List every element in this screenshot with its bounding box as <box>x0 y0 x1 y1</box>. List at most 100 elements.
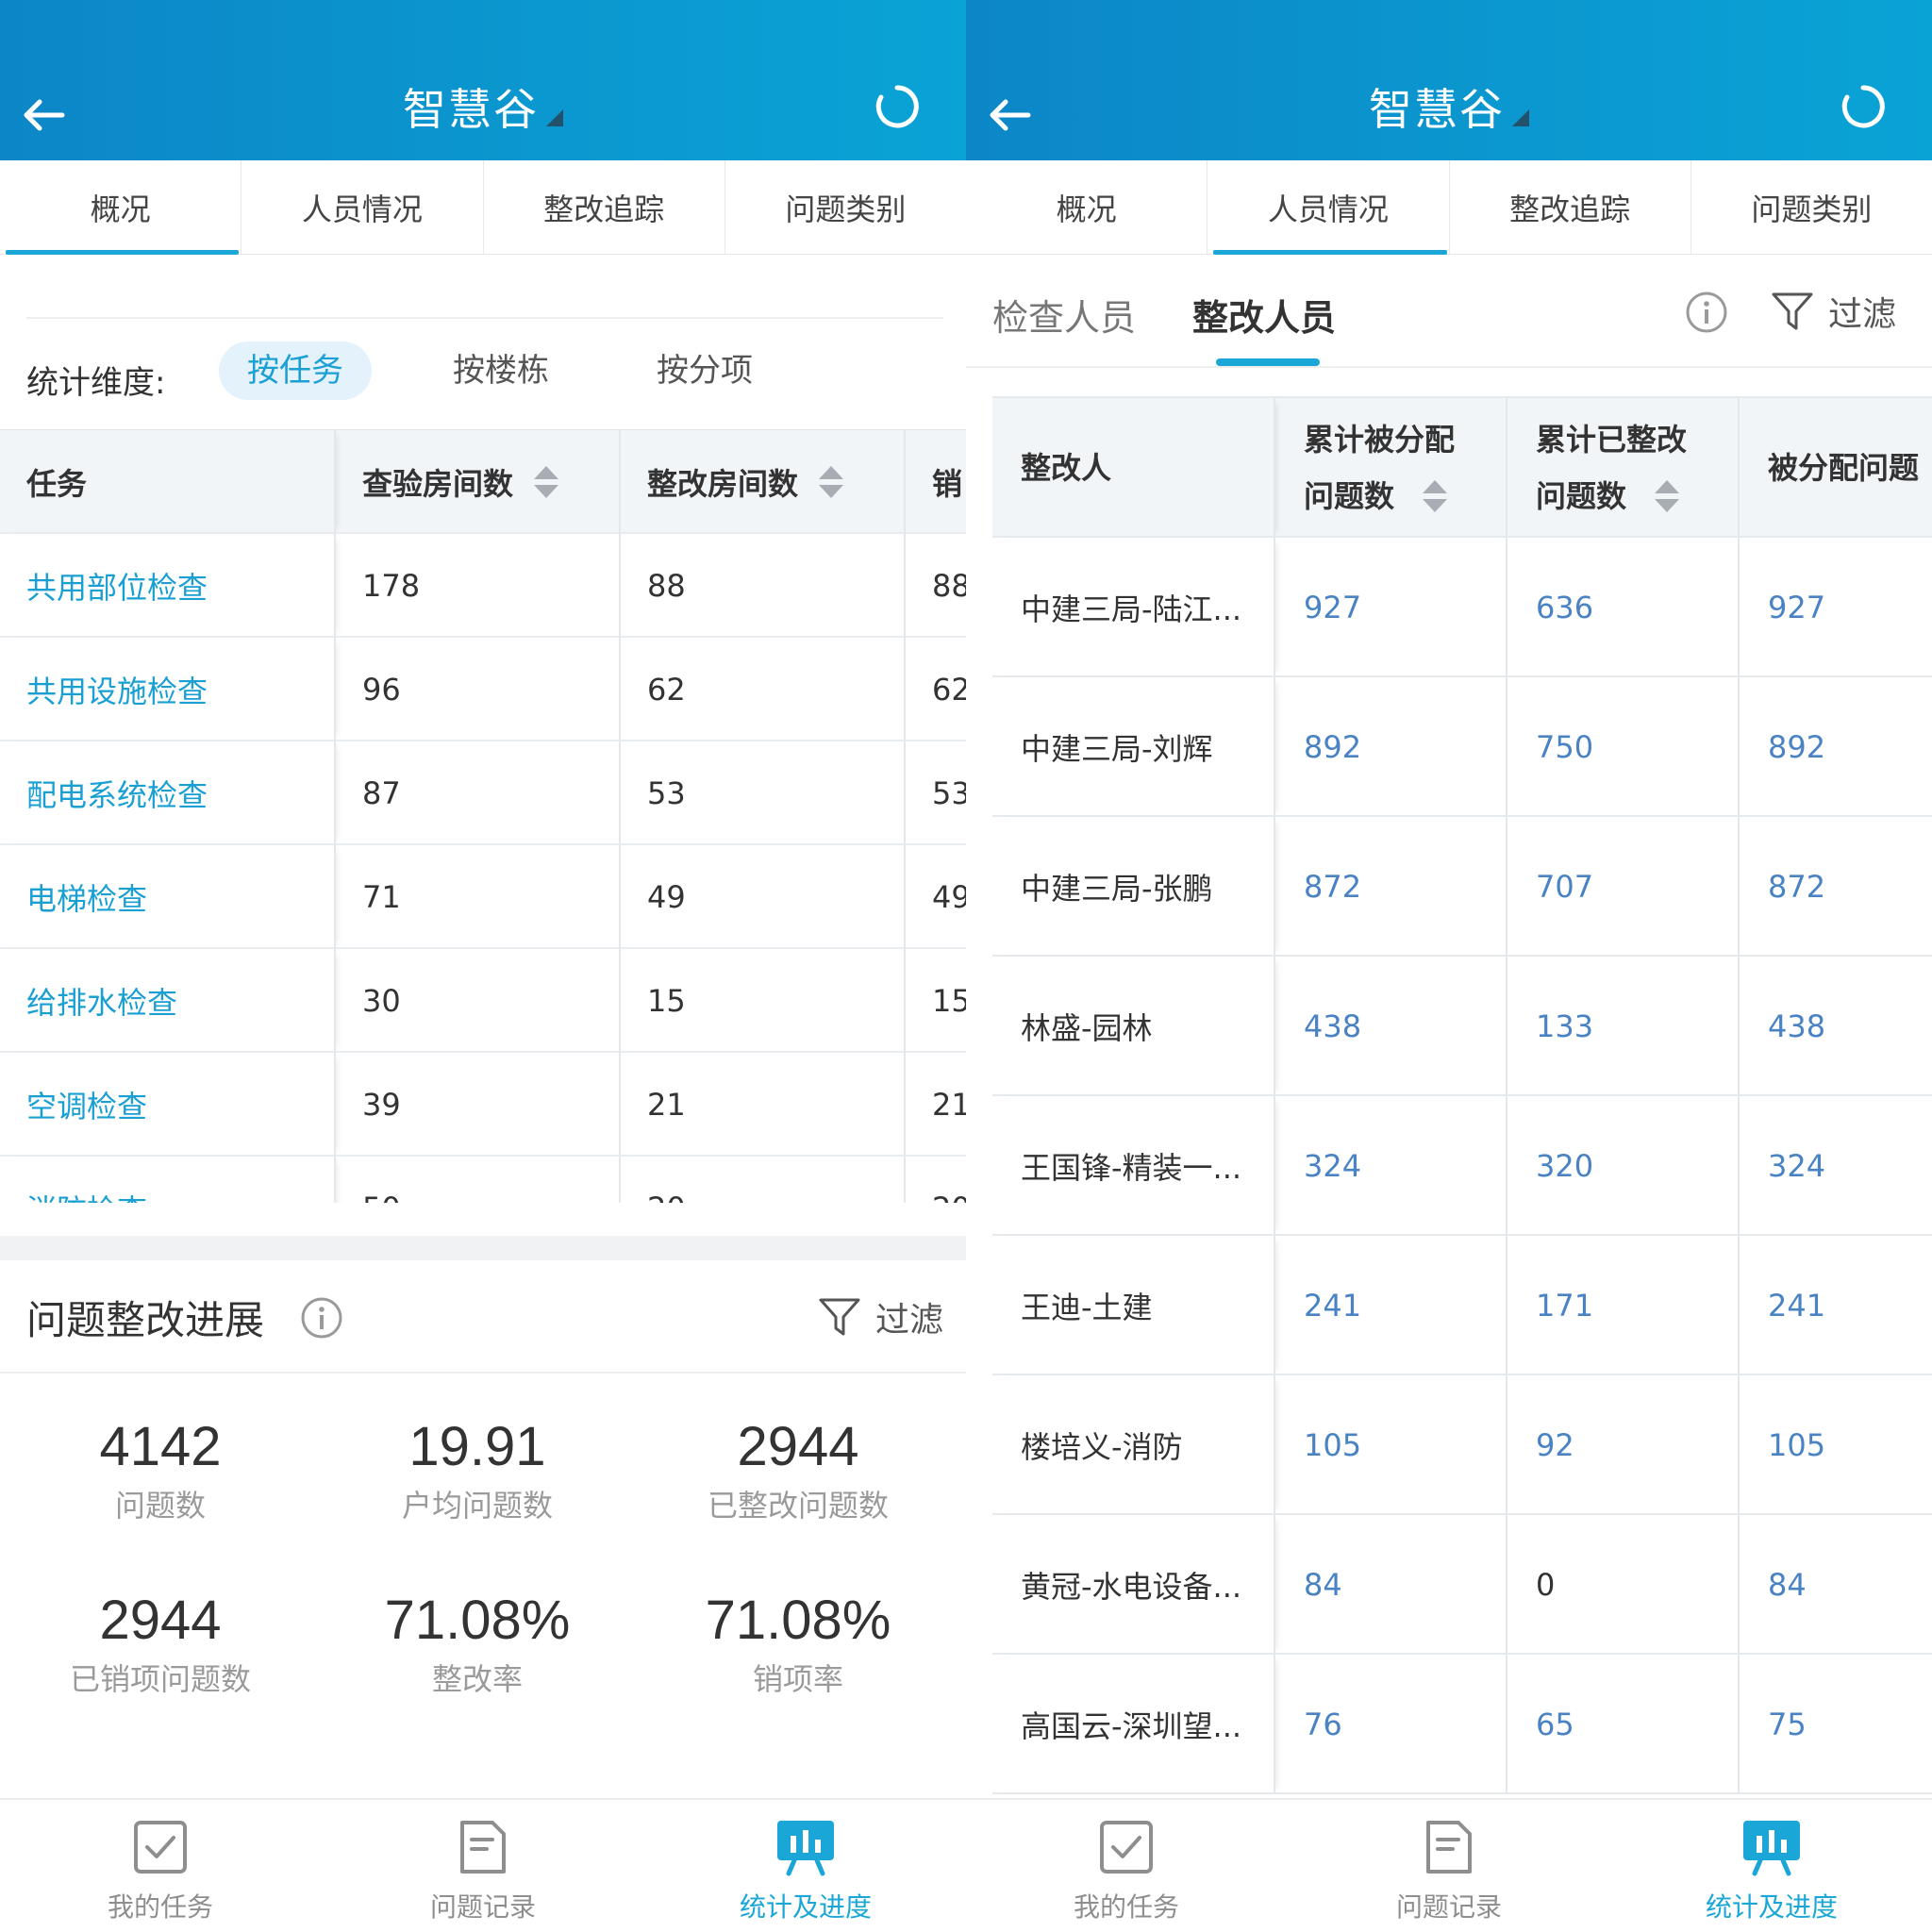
subtab-rectifiers[interactable]: 整改人员 <box>1192 289 1336 341</box>
cell-assigned-issues[interactable]: 324 <box>1740 1096 1932 1236</box>
cell-assigned-issues[interactable]: 872 <box>1740 817 1932 957</box>
tab-rectification-tracking[interactable]: 整改追踪 <box>1450 160 1691 255</box>
tab-overview[interactable]: 概况 <box>966 160 1208 255</box>
stat-value: 2944 <box>737 1416 859 1477</box>
stat-label: 整改率 <box>431 1661 523 1697</box>
tab-rectification-tracking[interactable]: 整改追踪 <box>484 160 725 255</box>
dimension-by-subitem[interactable]: 按分项 <box>628 341 781 400</box>
nav-my-tasks[interactable]: 我的任务 <box>1013 1817 1240 1924</box>
cell-rectified-total[interactable]: 707 <box>1507 817 1740 957</box>
header-line: 问题数 <box>1304 478 1395 514</box>
dimension-selector: 统计维度: 按任务 按楼栋 按分项 <box>0 341 966 408</box>
nav-my-tasks[interactable]: 我的任务 <box>47 1817 274 1924</box>
nav-stats-progress[interactable]: 统计及进度 <box>692 1817 919 1924</box>
cell-rectified-total[interactable]: 171 <box>1507 1236 1740 1375</box>
tab-issue-category[interactable]: 问题类别 <box>1691 160 1932 255</box>
tab-overview[interactable]: 概况 <box>0 160 242 255</box>
table-row[interactable]: 共用设施检查966262 <box>0 638 966 741</box>
project-title[interactable]: 智慧谷 <box>966 75 1932 138</box>
table-row[interactable]: 黄冠-水电设备... 84 0 84 <box>992 1515 1932 1655</box>
cell-task[interactable]: 共用部位检查 <box>0 534 336 638</box>
cell-assigned-issues[interactable]: 75 <box>1740 1655 1932 1794</box>
nav-issue-records[interactable]: 问题记录 <box>1336 1817 1562 1924</box>
table-row[interactable]: 共用部位检查1788888 <box>0 534 966 638</box>
dimension-by-task[interactable]: 按任务 <box>219 341 372 400</box>
header-inspected-rooms[interactable]: 查验房间数 <box>336 430 621 534</box>
header-task: 任务 <box>0 430 336 534</box>
project-title[interactable]: 智慧谷 <box>0 75 966 138</box>
cell-assigned-issues[interactable]: 241 <box>1740 1236 1932 1375</box>
header-assigned-issues: 被分配问题 <box>1768 450 1920 486</box>
table-row[interactable]: 给排水检查301515 <box>0 949 966 1053</box>
cell-task[interactable]: 电梯检查 <box>0 845 336 949</box>
nav-label: 我的任务 <box>107 1891 213 1923</box>
personnel-filter-button[interactable]: 过滤 <box>1770 287 1896 336</box>
cell-assigned-total[interactable]: 76 <box>1275 1655 1507 1794</box>
personnel-subtabs: 检查人员 整改人员 过滤 <box>966 255 1932 368</box>
cell-rectified-total[interactable]: 92 <box>1507 1375 1740 1515</box>
refresh-icon[interactable] <box>874 83 921 130</box>
table-row[interactable]: 消防检查502020 <box>0 1157 966 1203</box>
nav-stats-progress[interactable]: 统计及进度 <box>1658 1817 1885 1924</box>
cell-assigned-issues[interactable]: 892 <box>1740 677 1932 817</box>
sort-icon[interactable] <box>534 466 559 498</box>
table-row[interactable]: 电梯检查714949 <box>0 845 966 949</box>
cell-rectified-total[interactable]: 65 <box>1507 1655 1740 1794</box>
table-row[interactable]: 王国锋-精装一... 324 320 324 <box>992 1096 1932 1236</box>
cell-closed: 20 <box>906 1157 966 1203</box>
table-row[interactable]: 王迪-土建 241 171 241 <box>992 1236 1932 1375</box>
nav-issue-records[interactable]: 问题记录 <box>370 1817 596 1924</box>
tab-personnel[interactable]: 人员情况 <box>1208 160 1450 255</box>
cell-assigned-total[interactable]: 892 <box>1275 677 1507 817</box>
table-row[interactable]: 空调检查392121 <box>0 1053 966 1157</box>
cell-assigned-issues[interactable]: 438 <box>1740 957 1932 1096</box>
rectifier-table[interactable]: 整改人 累计被分配 问题数 累计已整改 问题数 被分配问题 中建三局-陆江...… <box>992 396 1932 1798</box>
sort-icon[interactable] <box>819 466 844 498</box>
cell-rectified-total[interactable]: 636 <box>1507 538 1740 677</box>
progress-filter-label: 过滤 <box>875 1301 944 1340</box>
table-row[interactable]: 配电系统检查875353 <box>0 741 966 845</box>
tab-issue-category[interactable]: 问题类别 <box>725 160 966 255</box>
cell-task[interactable]: 空调检查 <box>0 1053 336 1157</box>
table-row[interactable]: 中建三局-刘辉 892 750 892 <box>992 677 1932 817</box>
task-table[interactable]: 任务 查验房间数 整改房间数 销 共用部位检查1788888共用设施检查9662… <box>0 429 966 1203</box>
cell-assigned-total[interactable]: 438 <box>1275 957 1507 1096</box>
cell-rectified-total[interactable]: 320 <box>1507 1096 1740 1236</box>
info-icon[interactable] <box>300 1296 343 1340</box>
info-icon[interactable] <box>1685 291 1728 334</box>
table-row[interactable]: 高国云-深圳望... 76 65 75 <box>992 1655 1932 1794</box>
header-rectified-total[interactable]: 累计已整改 问题数 <box>1507 398 1740 538</box>
cell-task[interactable]: 给排水检查 <box>0 949 336 1053</box>
cell-assigned-total[interactable]: 927 <box>1275 538 1507 677</box>
cell-rectified-rooms: 21 <box>621 1053 906 1157</box>
table-row[interactable]: 中建三局-陆江... 927 636 927 <box>992 538 1932 677</box>
cell-rectified-total[interactable]: 133 <box>1507 957 1740 1096</box>
table-row[interactable]: 中建三局-张鹏 872 707 872 <box>992 817 1932 957</box>
sort-icon[interactable] <box>1655 480 1680 512</box>
cell-rectified-total[interactable]: 750 <box>1507 677 1740 817</box>
cell-assigned-issues[interactable]: 927 <box>1740 538 1932 677</box>
cell-assigned-total[interactable]: 84 <box>1275 1515 1507 1655</box>
cell-rectified-rooms: 88 <box>621 534 906 638</box>
header-assigned-total[interactable]: 累计被分配 问题数 <box>1275 398 1507 538</box>
header-rectified-rooms[interactable]: 整改房间数 <box>621 430 906 534</box>
cell-assigned-total[interactable]: 105 <box>1275 1375 1507 1515</box>
cell-assigned-total[interactable]: 324 <box>1275 1096 1507 1236</box>
subtab-inspectors[interactable]: 检查人员 <box>992 289 1136 341</box>
table-row[interactable]: 林盛-园林 438 133 438 <box>992 957 1932 1096</box>
cell-task[interactable]: 共用设施检查 <box>0 638 336 741</box>
refresh-icon[interactable] <box>1840 83 1887 130</box>
cell-assigned-issues[interactable]: 84 <box>1740 1515 1932 1655</box>
cell-task[interactable]: 配电系统检查 <box>0 741 336 845</box>
table-header-row: 任务 查验房间数 整改房间数 销 <box>0 430 966 534</box>
cell-assigned-total[interactable]: 872 <box>1275 817 1507 957</box>
cell-rectifier: 中建三局-刘辉 <box>992 677 1275 817</box>
dimension-by-building[interactable]: 按楼栋 <box>425 341 577 400</box>
cell-task[interactable]: 消防检查 <box>0 1157 336 1203</box>
cell-assigned-issues[interactable]: 105 <box>1740 1375 1932 1515</box>
sort-icon[interactable] <box>1423 480 1448 512</box>
progress-filter-button[interactable]: 过滤 <box>817 1292 943 1341</box>
table-row[interactable]: 楼培义-消防 105 92 105 <box>992 1375 1932 1515</box>
cell-assigned-total[interactable]: 241 <box>1275 1236 1507 1375</box>
tab-personnel[interactable]: 人员情况 <box>242 160 484 255</box>
